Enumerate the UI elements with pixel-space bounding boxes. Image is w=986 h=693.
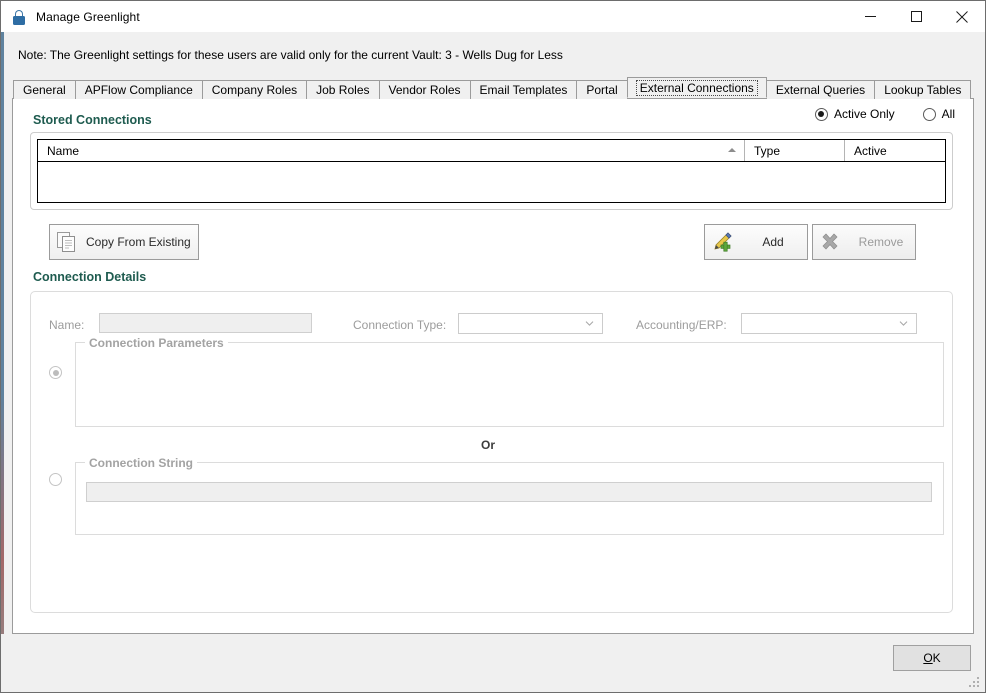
column-header-active[interactable]: Active (845, 140, 945, 161)
tab-apflow-compliance[interactable]: APFlow Compliance (74, 80, 203, 99)
radio-active-only-label: Active Only (833, 107, 895, 121)
lock-icon (11, 9, 27, 25)
remove-button[interactable]: Remove (812, 224, 916, 260)
radio-active-only[interactable]: Active Only (814, 107, 895, 121)
tab-external-connections[interactable]: External Connections (626, 77, 767, 98)
radio-all-label: All (941, 107, 955, 121)
connection-details-panel: Name: Connection Type: Accounting/ERP: C… (30, 291, 953, 613)
close-icon[interactable] (939, 1, 985, 32)
ok-button[interactable]: OK (893, 645, 971, 671)
name-field-label: Name: (49, 318, 85, 332)
tab-job-roles[interactable]: Job Roles (306, 80, 380, 99)
gray-x-icon (813, 230, 847, 254)
column-header-name[interactable]: Name (38, 140, 745, 161)
vault-note: Note: The Greenlight settings for these … (1, 32, 985, 77)
tab-company-roles[interactable]: Company Roles (201, 80, 308, 99)
chevron-down-icon (899, 320, 908, 326)
title-bar: Manage Greenlight (1, 1, 985, 32)
name-input[interactable] (99, 313, 312, 333)
external-connections-page: Stored Connections Active Only All Name (12, 98, 974, 634)
radio-active-only-indicator (814, 107, 828, 121)
connection-filter-group: Active Only All (787, 107, 955, 121)
ok-label: OK (923, 651, 941, 665)
dialog-footer: OK (1, 634, 985, 692)
stored-connections-grid[interactable]: Name Type Active (37, 139, 946, 203)
resize-grip-icon[interactable] (969, 677, 981, 689)
stored-connections-grid-container: Name Type Active (30, 132, 953, 210)
tab-lookup-tables[interactable]: Lookup Tables (874, 80, 972, 99)
window-title: Manage Greenlight (36, 9, 140, 24)
minimize-icon[interactable] (847, 1, 893, 32)
accounting-erp-dropdown[interactable] (741, 313, 917, 334)
manage-greenlight-window: Manage Greenlight Note: The Greenlight s… (0, 0, 986, 693)
radio-use-parameters[interactable] (49, 366, 62, 379)
connection-details-heading: Connection Details (33, 270, 147, 284)
connection-string-input[interactable] (86, 482, 932, 502)
tab-strip: General APFlow Compliance Company Roles … (13, 77, 985, 99)
chevron-down-icon (585, 320, 594, 326)
grid-header-row: Name Type Active (38, 140, 945, 162)
connection-parameters-group: Connection Parameters (75, 336, 944, 427)
add-label: Add (762, 235, 784, 249)
window-controls (847, 1, 985, 32)
copy-from-existing-label: Copy From Existing (86, 235, 191, 249)
connection-parameters-legend: Connection Parameters (85, 336, 228, 350)
remove-label: Remove (858, 235, 904, 249)
radio-use-connection-string[interactable] (49, 473, 62, 486)
connection-type-label: Connection Type: (353, 318, 447, 332)
add-button[interactable]: Add (704, 224, 808, 260)
tab-vendor-roles[interactable]: Vendor Roles (378, 80, 471, 99)
tab-general[interactable]: General (13, 80, 76, 99)
tab-email-templates[interactable]: Email Templates (469, 80, 578, 99)
window-accent-stripe (1, 32, 4, 692)
copy-documents-icon (50, 231, 84, 253)
or-separator-label: Or (481, 438, 496, 452)
copy-from-existing-button[interactable]: Copy From Existing (49, 224, 199, 260)
maximize-icon[interactable] (893, 1, 939, 32)
connection-string-legend: Connection String (85, 456, 197, 470)
column-header-type[interactable]: Type (745, 140, 845, 161)
radio-all-indicator (922, 107, 936, 121)
tab-external-queries[interactable]: External Queries (765, 80, 876, 99)
connection-type-dropdown[interactable] (458, 313, 603, 334)
accounting-erp-label: Accounting/ERP: (636, 318, 727, 332)
stored-connections-heading: Stored Connections (33, 113, 152, 127)
pen-plus-icon (705, 230, 739, 254)
grid-body-empty[interactable] (38, 162, 945, 202)
sort-ascending-icon (728, 148, 736, 152)
radio-all[interactable]: All (922, 107, 955, 121)
tab-portal[interactable]: Portal (576, 80, 628, 99)
